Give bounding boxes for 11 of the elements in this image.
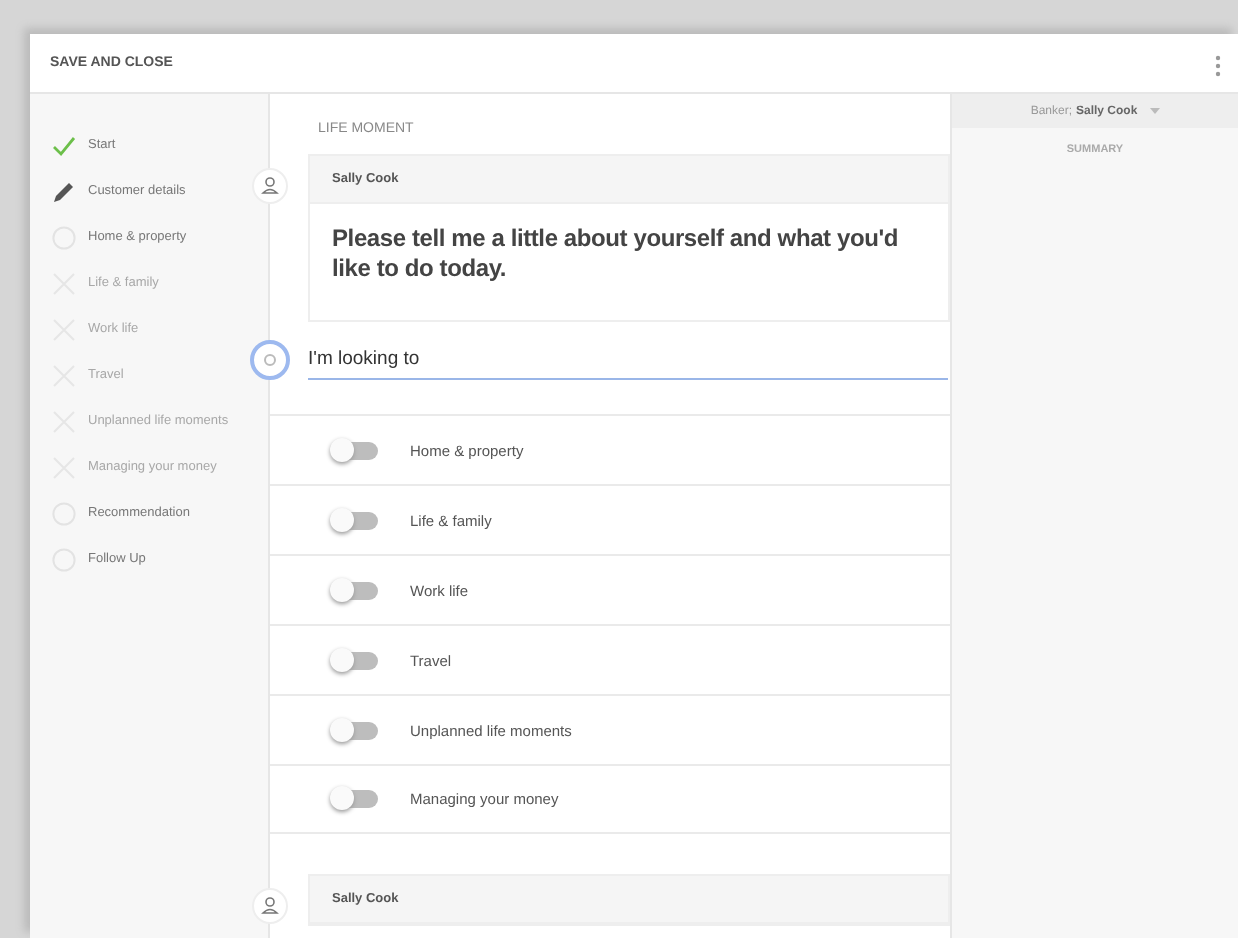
toggle-switch[interactable]	[334, 581, 378, 599]
more-options-icon[interactable]	[1214, 53, 1222, 77]
toggle-switch[interactable]	[334, 721, 378, 739]
toggle-switch[interactable]	[334, 790, 378, 808]
toggle-switch[interactable]	[334, 651, 378, 669]
check-icon	[52, 133, 76, 157]
message-text: Please tell me a little about yourself and what you'd like to do today.	[330, 222, 900, 286]
pencil-icon	[52, 179, 76, 203]
toggle-switch[interactable]	[334, 441, 378, 459]
dropdown-caret-icon	[1149, 108, 1160, 114]
toggle-switch[interactable]	[334, 511, 378, 529]
